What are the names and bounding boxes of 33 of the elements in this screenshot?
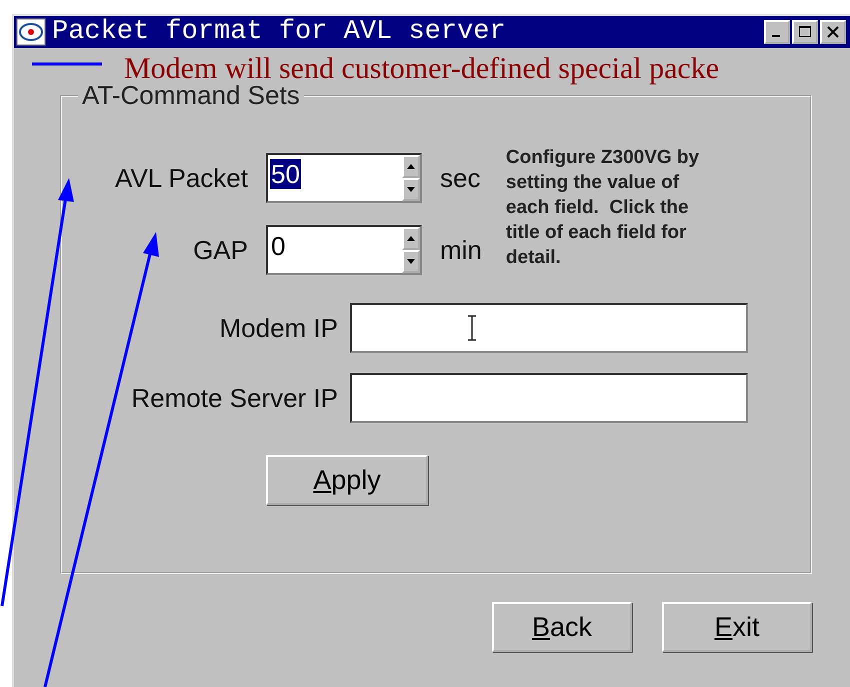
spin-field[interactable]: 0 [266, 225, 422, 275]
field-label[interactable]: Remote Server IP [68, 382, 350, 414]
window-title: Packet format for AVL server [52, 17, 506, 47]
spin-up-button[interactable] [402, 155, 420, 178]
field-value: 0 [270, 231, 286, 261]
input-field[interactable] [350, 303, 748, 353]
field-label[interactable]: Modem IP [68, 312, 350, 344]
field-label[interactable]: AVL Packet [68, 162, 266, 194]
maximize-button[interactable] [792, 20, 818, 44]
minimize-icon [772, 35, 780, 37]
apply-button[interactable]: Apply [266, 455, 428, 505]
exit-button[interactable]: Exit [662, 602, 812, 652]
field-value: 50 [270, 159, 301, 189]
up-arrow-icon [407, 164, 415, 169]
spin-down-button[interactable] [402, 250, 420, 273]
close-button[interactable] [820, 20, 846, 44]
back-button[interactable]: Back [492, 602, 632, 652]
spin-field[interactable]: 50 [266, 153, 422, 203]
down-arrow-icon [407, 187, 415, 192]
close-icon [826, 25, 840, 39]
spin-up-button[interactable] [402, 227, 420, 250]
down-arrow-icon [407, 259, 415, 264]
unit-label: sec [440, 162, 480, 194]
up-arrow-icon [407, 236, 415, 241]
help-text: Configure Z300VG by setting the value of each field. Click the title of each field for detail. [506, 146, 700, 270]
field-label[interactable]: GAP [68, 234, 266, 266]
app-icon [16, 18, 46, 46]
minimize-button[interactable] [764, 20, 790, 44]
annotation-line [32, 62, 102, 66]
unit-label: min [440, 234, 482, 266]
spin-down-button[interactable] [402, 178, 420, 201]
input-field[interactable] [350, 373, 748, 423]
maximize-icon [798, 25, 812, 39]
